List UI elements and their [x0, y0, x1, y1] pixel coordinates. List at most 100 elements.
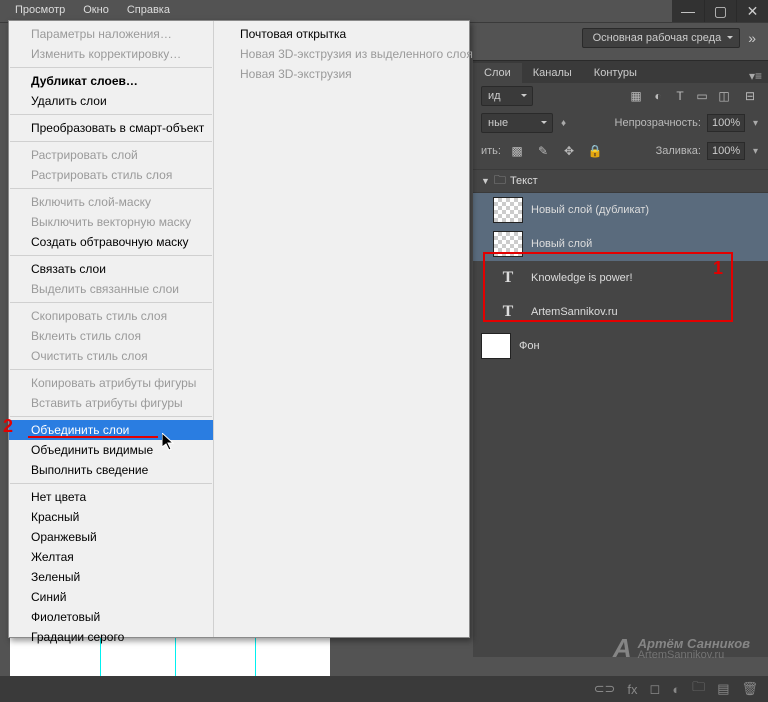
- layer-name[interactable]: Knowledge is power!: [531, 272, 633, 284]
- layer-filter-row: ид ▦ ◐ T ▭ ◫ ⊟: [473, 83, 768, 109]
- context-menu-item[interactable]: Удалить слои: [9, 91, 213, 111]
- layer-row[interactable]: Новый слой: [473, 227, 768, 261]
- context-menu-item[interactable]: Зеленый: [9, 567, 213, 587]
- opacity-label: Непрозрачность:: [615, 117, 701, 129]
- layer-thumbnail[interactable]: [493, 231, 523, 257]
- folder-icon: 🗀: [494, 171, 506, 192]
- context-menu-item[interactable]: Дубликат слоев: [9, 71, 213, 91]
- chevron-icon: ♦: [559, 118, 568, 129]
- context-menu-item: Копировать атрибуты фигуры: [9, 373, 213, 393]
- group-icon[interactable]: 🗀: [692, 678, 705, 700]
- blend-opacity-row: ные ♦ Непрозрачность: 100% ▾: [473, 109, 768, 137]
- context-menu-item: Новая 3D-экструзия из выделенного слоя: [218, 44, 493, 64]
- fill-input[interactable]: 100%: [707, 142, 745, 160]
- annotation-label-1: 1: [713, 258, 723, 279]
- watermark-logo: A: [613, 633, 632, 664]
- context-menu-item: Включить слой-маску: [9, 192, 213, 212]
- layer-name[interactable]: Новый слой (дубликат): [531, 204, 649, 216]
- panel-menu-icon[interactable]: »: [748, 30, 756, 46]
- layer-name[interactable]: ArtemSannikov.ru: [531, 306, 618, 318]
- context-menu-item[interactable]: Оранжевый: [9, 527, 213, 547]
- link-layers-icon[interactable]: ⊂⊃: [594, 681, 616, 697]
- menu-window[interactable]: Окно: [74, 2, 118, 18]
- lock-position-icon[interactable]: ✥: [559, 141, 579, 161]
- layer-row[interactable]: Фон: [473, 329, 768, 363]
- opacity-input[interactable]: 100%: [707, 114, 745, 132]
- watermark-site: ArtemSannikov.ru: [638, 650, 750, 661]
- minimize-button[interactable]: ―: [672, 0, 704, 22]
- layer-style-icon[interactable]: fx: [627, 682, 637, 697]
- layer-name[interactable]: Новый слой: [531, 238, 592, 250]
- lock-transparent-icon[interactable]: ▩: [507, 141, 527, 161]
- workspace-selector[interactable]: Основная рабочая среда: [582, 28, 741, 48]
- context-menu-item: Выделить связанные слои: [9, 279, 213, 299]
- tab-channels[interactable]: Каналы: [522, 63, 583, 83]
- context-menu-item: Параметры наложения: [9, 24, 213, 44]
- watermark-name: Артём Санников: [638, 637, 750, 650]
- menu-view[interactable]: Просмотр: [6, 2, 74, 18]
- context-menu-item[interactable]: Выполнить сведение: [9, 460, 213, 480]
- layer-mask-icon[interactable]: ◻: [650, 681, 661, 697]
- context-menu-item[interactable]: Фиолетовый: [9, 607, 213, 627]
- filter-adjust-icon[interactable]: ◐: [648, 86, 668, 106]
- context-menu-item[interactable]: Объединить видимые: [9, 440, 213, 460]
- context-menu-item[interactable]: Преобразовать в смарт-объект: [9, 118, 213, 138]
- context-menu-item[interactable]: Почтовая открытка: [218, 24, 493, 44]
- context-menu-item[interactable]: Градации серого: [9, 627, 213, 647]
- layer-row[interactable]: Новый слой (дубликат): [473, 193, 768, 227]
- panel-tabs: Слои Каналы Контуры ▾≡: [473, 61, 768, 83]
- lock-all-icon[interactable]: 🔒: [585, 141, 605, 161]
- new-layer-icon[interactable]: ▤: [717, 681, 729, 697]
- context-menu-item: Очистить стиль слоя: [9, 346, 213, 366]
- filter-type-icon[interactable]: T: [670, 86, 690, 106]
- menu-bar: Просмотр Окно Справка: [0, 0, 768, 20]
- filter-shape-icon[interactable]: ▭: [692, 86, 712, 106]
- layer-row[interactable]: T Knowledge is power!: [473, 261, 768, 295]
- filter-toggle-icon[interactable]: ⊟: [740, 86, 760, 106]
- annotation-underline: [28, 436, 158, 438]
- tab-paths[interactable]: Контуры: [583, 63, 648, 83]
- layer-row[interactable]: T ArtemSannikov.ru: [473, 295, 768, 329]
- delete-layer-icon[interactable]: 🗑: [741, 681, 758, 697]
- layers-panel-footer: ⊂⊃ fx ◻ ◐ 🗀 ▤ 🗑: [0, 676, 768, 702]
- layers-panel: Слои Каналы Контуры ▾≡ ид ▦ ◐ T ▭ ◫ ⊟ ны…: [473, 60, 768, 657]
- layer-thumbnail[interactable]: [493, 197, 523, 223]
- context-menu-item[interactable]: Нет цвета: [9, 487, 213, 507]
- context-menu-item: Скопировать стиль слоя: [9, 306, 213, 326]
- workspace-label: Основная рабочая среда: [593, 32, 722, 44]
- filter-pixel-icon[interactable]: ▦: [626, 86, 646, 106]
- layers-list: ▼ 🗀 Текст Новый слой (дубликат) Новый сл…: [473, 165, 768, 363]
- filter-smart-icon[interactable]: ◫: [714, 86, 734, 106]
- type-layer-icon[interactable]: T: [493, 299, 523, 325]
- annotation-label-2: 2: [3, 416, 13, 437]
- context-menu-item[interactable]: Синий: [9, 587, 213, 607]
- layer-group[interactable]: ▼ 🗀 Текст: [473, 169, 768, 193]
- context-menu-item[interactable]: Создать обтравочную маску: [9, 232, 213, 252]
- context-menu-item: Новая 3D-экструзия: [218, 64, 493, 84]
- group-name[interactable]: Текст: [510, 175, 538, 187]
- lock-fill-row: ить: ▩ ✎ ✥ 🔒 Заливка: 100% ▾: [473, 137, 768, 165]
- context-menu-item: Растрировать стиль слоя: [9, 165, 213, 185]
- context-menu-col1: Параметры наложенияИзменить корректировк…: [9, 21, 214, 637]
- context-menu-col2: Почтовая открыткаНовая 3D-экструзия из в…: [214, 21, 493, 637]
- context-menu-item: Растрировать слой: [9, 145, 213, 165]
- layer-context-menu: Параметры наложенияИзменить корректировк…: [8, 20, 470, 638]
- lock-brush-icon[interactable]: ✎: [533, 141, 553, 161]
- context-menu-item: Изменить корректировку: [9, 44, 213, 64]
- chevron-down-icon[interactable]: ▾: [751, 146, 760, 157]
- context-menu-item: Вставить атрибуты фигуры: [9, 393, 213, 413]
- panel-flyout-icon[interactable]: ▾≡: [743, 69, 768, 83]
- layer-name[interactable]: Фон: [519, 340, 540, 352]
- context-menu-item[interactable]: Связать слои: [9, 259, 213, 279]
- context-menu-item[interactable]: Желтая: [9, 547, 213, 567]
- adjustment-layer-icon[interactable]: ◐: [672, 682, 680, 697]
- type-layer-icon[interactable]: T: [493, 265, 523, 291]
- maximize-button[interactable]: ▢: [704, 0, 736, 22]
- menu-help[interactable]: Справка: [118, 2, 179, 18]
- context-menu-item[interactable]: Красный: [9, 507, 213, 527]
- close-button[interactable]: ✕: [736, 0, 768, 22]
- chevron-down-icon[interactable]: ▾: [751, 118, 760, 129]
- context-menu-item: Вклеить стиль слоя: [9, 326, 213, 346]
- window-controls: ― ▢ ✕: [672, 0, 768, 22]
- fill-label: Заливка:: [656, 145, 701, 157]
